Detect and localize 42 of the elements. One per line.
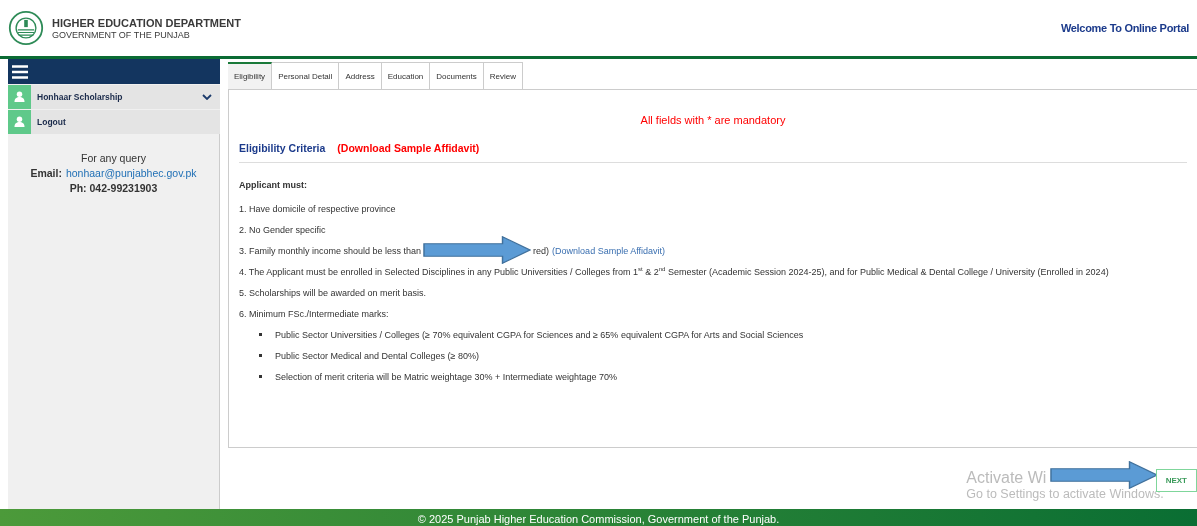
criteria-text: 2. No Gender specific	[239, 224, 326, 235]
affidavit-link[interactable]: (Download Sample Affidavit)	[552, 245, 665, 256]
phone-text: Ph: 042-99231903	[68, 182, 159, 194]
arrow-icon	[1050, 461, 1158, 489]
tab[interactable]: Education	[381, 62, 431, 89]
email-link[interactable]: honhaar@punjabhec.gov.pk	[65, 167, 197, 179]
menu-icon	[12, 64, 28, 79]
criteria-text: 5. Scholarships will be awarded on merit basis.	[239, 287, 427, 298]
email-label: Email:	[30, 167, 62, 179]
bullet-icon	[259, 333, 262, 336]
criteria-text: 4. The Applicant must be enrolled in Selected Disciplines in any Public Universities / Colleges from 1$^{st}$ & 2$^{nd}$ Semester (Academic Session 2024-25), and for Public Medical & Dental College / University (Enrolled in 2024)	[239, 266, 1109, 277]
sidebar-item[interactable]: Logout	[8, 110, 220, 134]
government-subtitle: GOVERNMENT OF THE PUNJAB	[52, 29, 191, 40]
tab[interactable]: Eligibility	[228, 62, 273, 89]
criteria-text: Public Sector Medical and Dental Colleges (≥ 80%)	[275, 350, 480, 361]
user-icon	[8, 110, 31, 134]
criteria-text: red)	[533, 245, 550, 256]
criteria-text: Public Sector Universities / Colleges (≥ 70% equivalent CGPA for Sciences and ≥ 65% equivalent CGPA for Arts and Social Sciences	[275, 329, 804, 340]
bullet-icon	[259, 354, 262, 357]
activation-title: Activate Wi	[966, 469, 1047, 487]
criteria-text: 1. Have domicile of respective province	[239, 203, 396, 214]
query-text: For any query	[80, 152, 147, 164]
criteria-text: Selection of merit criteria will be Matric weightage 30% + Intermediate weightage 70%	[275, 371, 617, 382]
sidebar-item[interactable]: Honhaar Scholarship	[8, 85, 220, 109]
criteria-text: 3. Family monthly income should be less than	[239, 245, 422, 256]
tab[interactable]: Documents	[430, 62, 484, 89]
chevron-down-icon	[202, 94, 212, 100]
bullet-icon	[259, 375, 262, 378]
welcome-text: Welcome To Online Portal	[1060, 22, 1189, 34]
next-button[interactable]: NEXT	[1155, 469, 1197, 492]
criteria-heading: Applicant must:	[239, 180, 308, 190]
affidavit-link[interactable]: (Download Sample Affidavit)	[337, 142, 480, 154]
department-title: HIGHER EDUCATION DEPARTMENT	[52, 16, 243, 29]
user-icon	[8, 85, 31, 109]
tab[interactable]: Personal Detail	[272, 62, 340, 89]
tab[interactable]: Address	[339, 62, 382, 89]
section-title: Eligibility Criteria	[239, 142, 326, 154]
mandatory-notice: All fields with * are mandatory	[639, 114, 787, 126]
criteria-text: 6. Minimum FSc./Intermediate marks:	[239, 308, 389, 319]
tab[interactable]: Review	[483, 62, 524, 89]
emblem-logo	[8, 10, 44, 46]
copyright-footer: © 2025 Punjab Higher Education Commission, Government of the Punjab.	[0, 509, 1197, 526]
